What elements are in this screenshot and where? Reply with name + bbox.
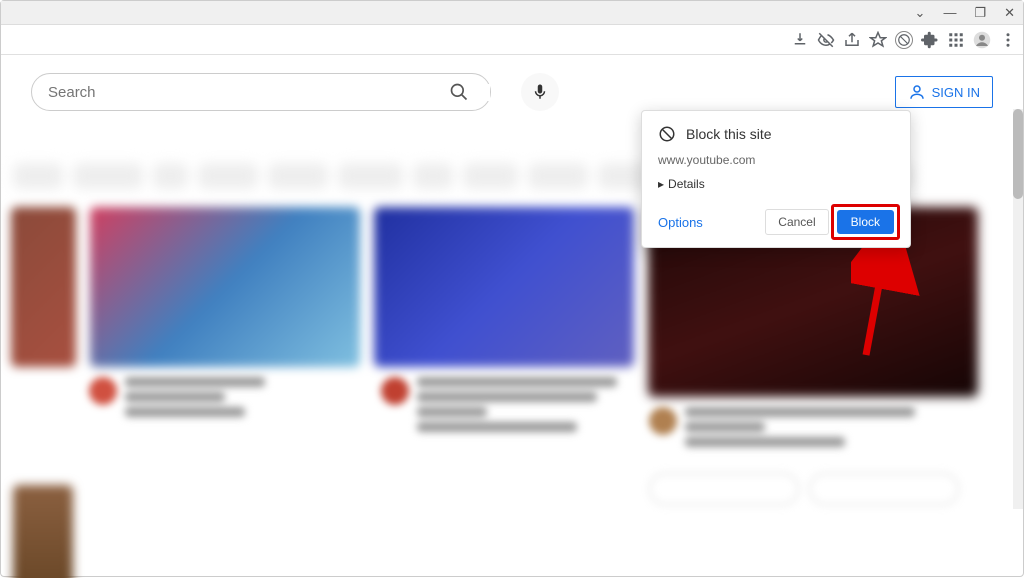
eye-off-icon[interactable] (817, 31, 835, 49)
extensions-icon[interactable] (921, 31, 939, 49)
star-icon[interactable] (869, 31, 887, 49)
share-icon[interactable] (843, 31, 861, 49)
dropdown-icon[interactable]: ⌄ (915, 5, 926, 21)
search-box[interactable] (31, 73, 491, 111)
popup-header: Block this site (658, 125, 894, 143)
search-icon[interactable] (440, 82, 478, 102)
video-meta (649, 407, 915, 452)
scrollbar[interactable] (1013, 109, 1023, 509)
block-icon (658, 125, 676, 143)
minimize-icon[interactable]: — (943, 5, 956, 20)
page-content: SIGN IN Block this site www.youtube.com (1, 55, 1023, 578)
popup-url: www.youtube.com (658, 153, 894, 167)
video-thumbnail[interactable] (11, 207, 76, 367)
channel-avatar[interactable] (649, 407, 677, 435)
caret-right-icon: ▸ (658, 177, 664, 191)
watch-later-button[interactable] (649, 473, 799, 505)
video-thumbnail[interactable] (90, 207, 360, 367)
menu-dots-icon[interactable] (999, 31, 1017, 49)
action-buttons (649, 473, 959, 505)
add-to-queue-button[interactable] (809, 473, 959, 505)
block-extension-icon[interactable] (895, 31, 913, 49)
details-toggle[interactable]: ▸ Details (658, 177, 894, 191)
channel-avatar[interactable] (381, 377, 409, 405)
apps-icon[interactable] (947, 31, 965, 49)
channel-avatar[interactable] (89, 377, 117, 405)
close-icon[interactable]: ✕ (1004, 5, 1015, 21)
options-link[interactable]: Options (658, 215, 703, 230)
block-site-popup: Block this site www.youtube.com ▸ Detail… (641, 110, 911, 248)
profile-icon[interactable] (973, 31, 991, 49)
video-meta (89, 377, 265, 422)
details-label: Details (668, 177, 705, 191)
download-icon[interactable] (791, 31, 809, 49)
cancel-button[interactable]: Cancel (765, 209, 828, 235)
browser-toolbar (1, 25, 1023, 55)
block-button[interactable]: Block (837, 210, 894, 234)
search-input[interactable] (48, 84, 490, 101)
signin-button[interactable]: SIGN IN (895, 76, 993, 108)
popup-title: Block this site (686, 126, 772, 142)
popup-footer: Options Cancel Block (658, 209, 894, 235)
video-thumbnail[interactable] (13, 485, 73, 578)
scrollbar-thumb[interactable] (1013, 109, 1023, 199)
window-titlebar: ⌄ — ❐ ✕ (1, 1, 1023, 25)
video-thumbnail[interactable] (374, 207, 634, 367)
signin-label: SIGN IN (932, 85, 980, 100)
mic-icon[interactable] (521, 73, 559, 111)
video-meta (381, 377, 617, 437)
maximize-icon[interactable]: ❐ (974, 5, 986, 21)
